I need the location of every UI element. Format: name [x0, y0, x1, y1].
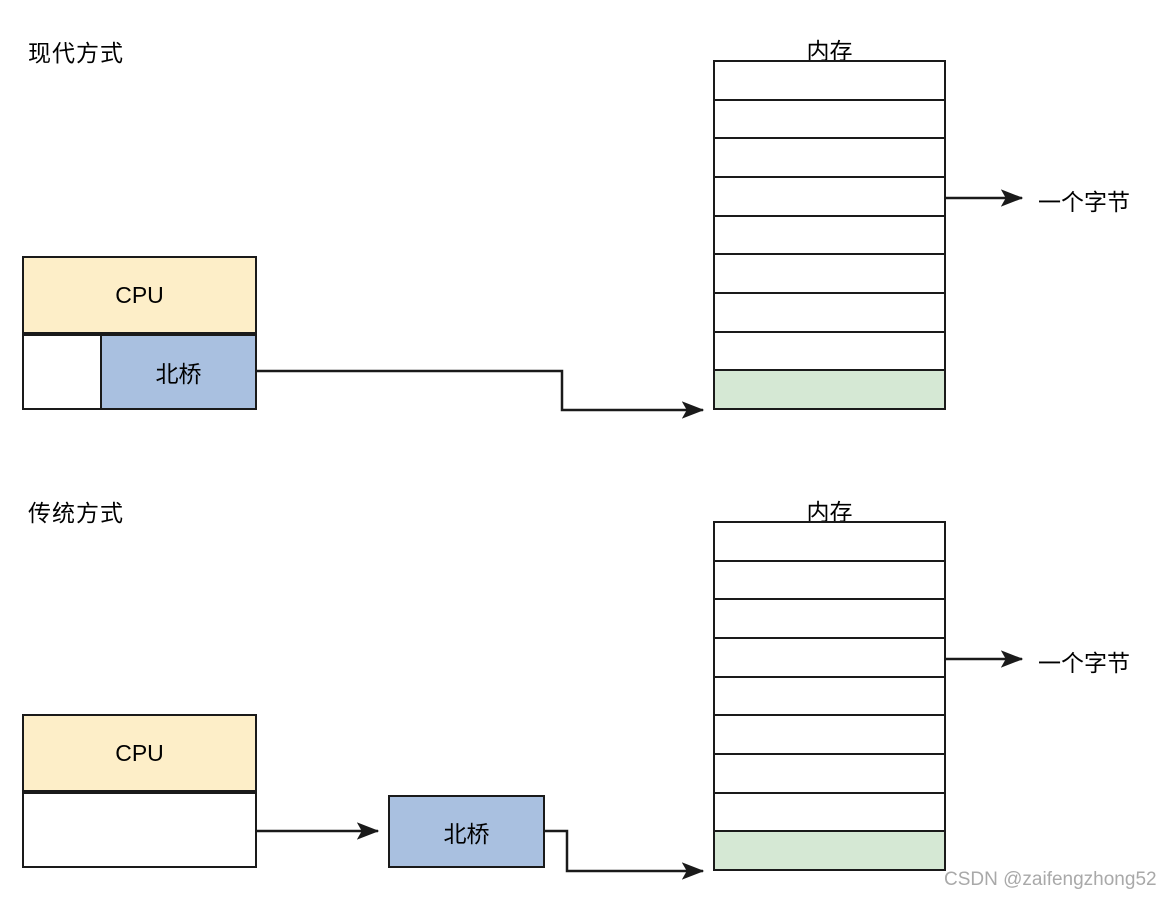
northbridge-label-traditional: 北桥 [443, 820, 490, 847]
cpu-box-traditional: CPU [22, 714, 257, 792]
memory-cell [715, 255, 944, 295]
memory-cell [715, 178, 944, 217]
wire-northbridge-to-memory-modern [257, 369, 705, 419]
memory-block-modern [713, 60, 946, 410]
memory-block-traditional [713, 521, 946, 871]
memory-cell [715, 523, 944, 562]
wire-northbridge-to-memory-traditional [545, 829, 705, 880]
northbridge-label-modern: 北桥 [155, 361, 202, 387]
memory-cell [715, 716, 944, 756]
memory-cell-highlighted [715, 371, 944, 409]
memory-cell [715, 639, 944, 678]
memory-cell [715, 677, 944, 717]
memory-cell [715, 755, 944, 794]
byte-label-traditional: 一个字节 [1038, 650, 1130, 676]
memory-cell [715, 332, 944, 372]
memory-cell [715, 294, 944, 333]
cpu-box-modern: CPU [22, 256, 257, 334]
memory-cell [715, 561, 944, 601]
memory-cell [715, 100, 944, 140]
memory-cell [715, 216, 944, 256]
cpu-package-empty-cell-traditional [22, 792, 257, 868]
memory-cell-highlighted [715, 832, 944, 870]
byte-label-modern: 一个字节 [1038, 189, 1130, 215]
memory-cell [715, 600, 944, 640]
section-title-modern: 现代方式 [28, 40, 124, 66]
cpu-label-modern: CPU [115, 281, 164, 308]
memory-cell [715, 793, 944, 833]
cpu-label-traditional: CPU [115, 739, 164, 766]
cpu-package-empty-cell-modern [22, 334, 102, 410]
watermark: CSDN @zaifengzhong52 [944, 869, 1157, 890]
memory-cell [715, 62, 944, 101]
section-title-traditional: 传统方式 [28, 500, 124, 526]
diagram-canvas: 现代方式 CPU 北桥 内存 一个字节 传统方式 CPU 北桥 内存 一个字节 … [0, 0, 1175, 907]
northbridge-box-traditional: 北桥 [388, 795, 545, 868]
memory-cell [715, 139, 944, 179]
northbridge-box-modern: 北桥 [100, 334, 257, 410]
